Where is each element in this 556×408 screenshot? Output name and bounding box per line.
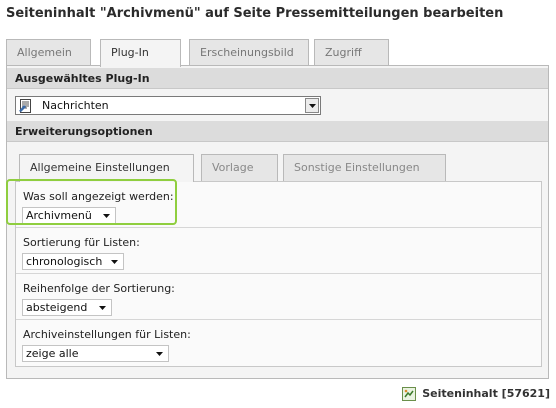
tab-allgemeine-einstellungen[interactable]: Allgemeine Einstellungen xyxy=(19,154,194,182)
tab-erscheinungsbild[interactable]: Erscheinungsbild xyxy=(189,39,309,66)
selected-plugin-heading: Ausgewähltes Plug-In xyxy=(7,68,548,89)
extension-options-heading: Erweiterungsoptionen xyxy=(7,121,548,142)
tab-vorlage[interactable]: Vorlage xyxy=(201,154,278,181)
footer-content-id[interactable]: Seiteninhalt [57621] xyxy=(402,386,550,402)
sort-select[interactable]: chronologisch xyxy=(22,253,124,270)
archive-select[interactable]: zeige alle xyxy=(22,345,169,362)
content-element-icon xyxy=(402,387,417,401)
chevron-down-icon xyxy=(111,260,118,264)
sort-select-value: chronologisch xyxy=(26,255,103,268)
chevron-down-icon xyxy=(99,306,106,310)
tab-plug-in[interactable]: Plug-In xyxy=(100,39,181,67)
chevron-down-icon[interactable] xyxy=(305,98,319,113)
tab-sonstige-einstellungen[interactable]: Sonstige Einstellungen xyxy=(283,154,446,181)
field-row-sort: Sortierung für Listen: chronologisch xyxy=(16,228,541,274)
plugin-select[interactable]: Nachrichten xyxy=(15,96,321,115)
field-row-archive: Archiveinstellungen für Listen: zeige al… xyxy=(16,320,541,366)
order-select-value: absteigend xyxy=(26,301,88,314)
tab-allgemein[interactable]: Allgemein xyxy=(6,39,91,66)
tab-zugriff[interactable]: Zugriff xyxy=(314,39,389,66)
archive-select-value: zeige alle xyxy=(26,347,79,360)
field-label: Reihenfolge der Sortierung: xyxy=(23,282,175,295)
field-label: Archiveinstellungen für Listen: xyxy=(23,328,191,341)
chevron-down-icon xyxy=(156,352,163,356)
footer-label: Seiteninhalt [57621] xyxy=(422,387,550,400)
field-row-order: Reihenfolge der Sortierung: absteigend xyxy=(16,274,541,320)
order-select[interactable]: absteigend xyxy=(22,299,112,316)
document-plugin-icon xyxy=(19,99,32,113)
page-title: Seiteninhalt "Archivmenü" auf Seite Pres… xyxy=(6,6,504,21)
field-label: Sortierung für Listen: xyxy=(23,236,140,249)
highlight-frame xyxy=(6,179,177,225)
plugin-select-value: Nachrichten xyxy=(42,99,109,112)
